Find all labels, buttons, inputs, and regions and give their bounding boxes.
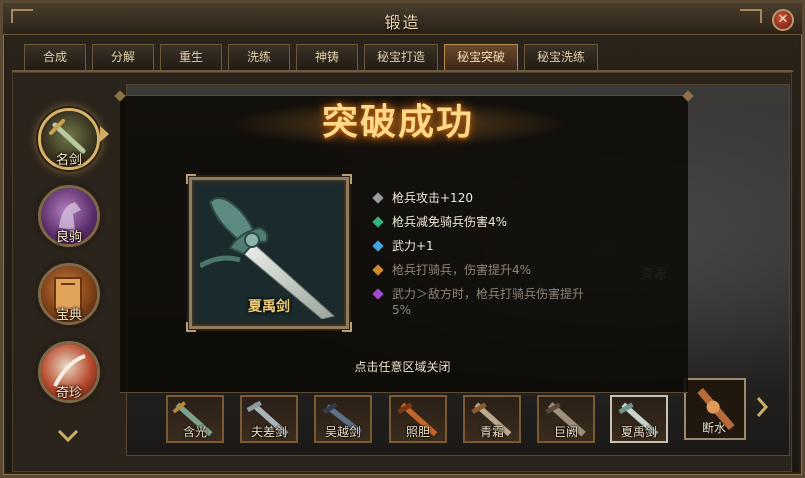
- close-button[interactable]: ✕: [772, 9, 794, 31]
- item-slot-fuchai-sword[interactable]: 夫差剑: [240, 395, 298, 443]
- category-label: 奇珍: [55, 386, 82, 401]
- success-title: 突破成功: [321, 101, 474, 143]
- title-bar: 锻造 ✕: [3, 3, 802, 35]
- item-name: 吴越剑: [324, 425, 361, 439]
- attribute-text: 武力+1: [392, 239, 434, 253]
- frame-corner-ornament: [186, 174, 196, 184]
- purple-gem-icon: [372, 288, 384, 300]
- item-name: 夫差剑: [250, 425, 287, 439]
- item-slot-hanguang[interactable]: 含光: [166, 395, 224, 443]
- item-slot-wuyue-sword[interactable]: 吴越剑: [314, 395, 372, 443]
- category-treasure-book[interactable]: 宝典: [38, 263, 100, 325]
- tab-treasure-refine[interactable]: 秘宝洗练: [524, 44, 599, 70]
- scroll-right-icon[interactable]: [755, 396, 769, 418]
- item-name: 含光: [182, 425, 207, 439]
- category-fine-horse[interactable]: 良驹: [38, 185, 100, 247]
- tab-treasure-forge[interactable]: 秘宝打造: [364, 44, 439, 70]
- blue-gem-icon: [372, 240, 384, 252]
- item-display-frame: 夏禹剑: [186, 174, 352, 332]
- category-label: 宝典: [55, 308, 82, 323]
- frame-corner-ornament: [342, 174, 352, 184]
- tab-synthesis[interactable]: 合成: [24, 44, 86, 70]
- item-name-label: 夏禹剑: [248, 299, 290, 315]
- attribute-row-locked: 武力＞敌方时，枪兵打骑兵伤害提升5%: [372, 286, 602, 318]
- scroll-down-icon[interactable]: [57, 428, 79, 444]
- tab-divine-cast[interactable]: 神铸: [296, 44, 358, 70]
- attribute-row: 枪兵减免骑兵伤害4%: [372, 214, 507, 230]
- category-label: 名剑: [55, 153, 82, 168]
- tab-rebirth[interactable]: 重生: [160, 44, 222, 70]
- close-icon: ✕: [777, 12, 789, 27]
- gray-gem-icon: [372, 192, 384, 204]
- attribute-text: 枪兵减免骑兵伤害4%: [392, 215, 508, 229]
- item-name: 照胆: [405, 425, 430, 439]
- item-slot-jujue[interactable]: 巨阙: [537, 395, 595, 443]
- selected-category-arrow-icon: [100, 126, 109, 142]
- tab-treasure-breakthrough[interactable]: 秘宝突破: [444, 44, 519, 70]
- category-label: 良驹: [55, 230, 82, 245]
- attribute-row: 武力+1: [372, 238, 434, 254]
- window-title: 锻造: [384, 13, 421, 32]
- frame-corner-ornament: [342, 322, 352, 332]
- item-name: 青霜: [479, 425, 504, 439]
- tab-refine[interactable]: 洗练: [228, 44, 290, 70]
- item-name: 断水: [702, 421, 727, 435]
- green-gem-icon: [372, 216, 384, 228]
- tab-decompose[interactable]: 分解: [92, 44, 154, 70]
- tab-bar: 合成 分解 重生 洗练 神铸 秘宝打造 秘宝突破 秘宝洗练: [24, 44, 599, 70]
- tap-to-close-hint[interactable]: 点击任意区域关闭: [0, 358, 805, 375]
- orange-gem-icon: [372, 264, 384, 276]
- item-slot-xiayu-sword[interactable]: 夏禹剑: [610, 395, 668, 443]
- attribute-text: 枪兵攻击+120: [392, 191, 473, 205]
- category-famous-sword[interactable]: 名剑: [38, 108, 100, 170]
- item-name: 巨阙: [553, 425, 578, 439]
- item-name: 夏禹剑: [620, 425, 657, 439]
- attribute-row: 枪兵攻击+120: [372, 190, 473, 206]
- attribute-row-locked: 枪兵打骑兵，伤害提升4%: [372, 262, 531, 278]
- attribute-text: 枪兵打骑兵，伤害提升4%: [392, 263, 532, 277]
- item-slot-duanshui[interactable]: 断水: [684, 378, 746, 440]
- frame-corner-ornament: [186, 322, 196, 332]
- item-slot-zhaodan[interactable]: 照胆: [389, 395, 447, 443]
- item-slot-qingshuang[interactable]: 青霜: [463, 395, 521, 443]
- attribute-text: 武力＞敌方时，枪兵打骑兵伤害提升5%: [392, 287, 585, 317]
